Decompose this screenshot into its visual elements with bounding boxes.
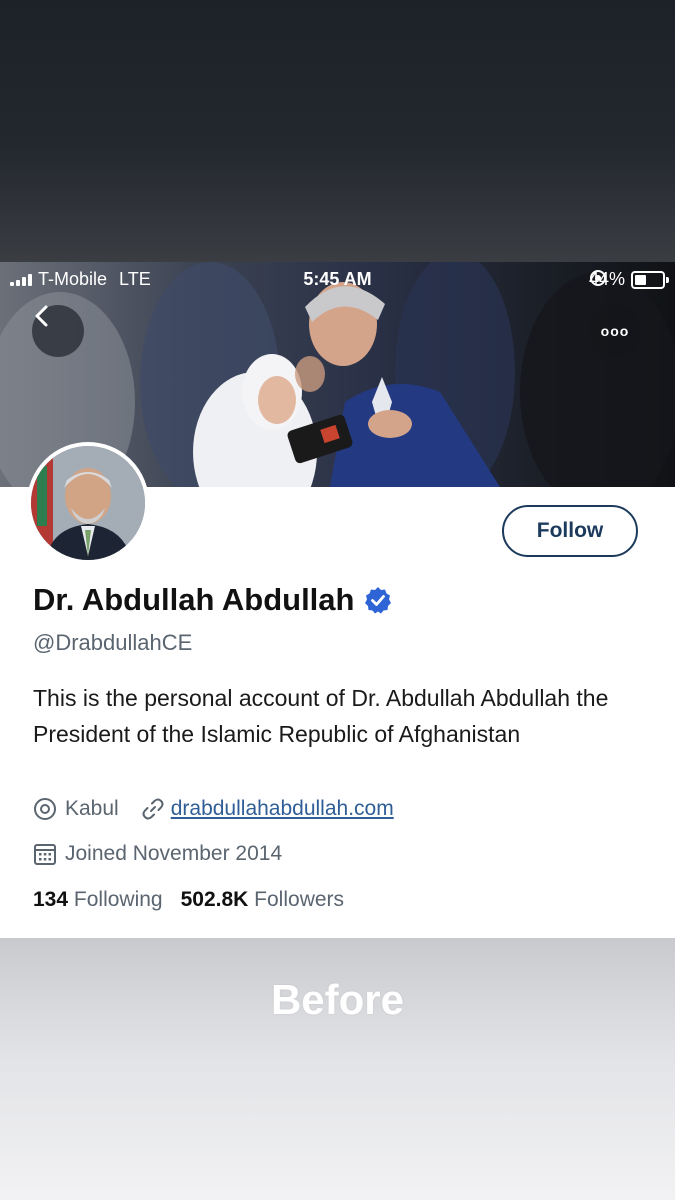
avatar[interactable] [27,442,149,564]
status-bar: T-Mobile LTE 5:45 AM 44% [0,262,675,298]
link-icon [142,798,164,820]
location-pin-icon [34,798,56,820]
followers-label: Followers [254,888,345,911]
followers-stat[interactable]: 502.8K Followers [181,888,344,912]
status-time: 5:45 AM [303,269,372,289]
orientation-lock-icon [589,270,606,286]
joined-text: Joined November 2014 [65,842,283,865]
followers-count: 502.8K [180,888,249,911]
before-caption: Before [270,976,405,1023]
location-website-row: Kabul drabdullahabdullah.com [33,797,394,821]
bio: This is the personal account of Dr. Abdu… [33,685,609,747]
follow-button[interactable]: Follow [502,505,638,557]
more-button[interactable]: ooo [589,305,641,357]
name-row: Dr. Abdullah Abdullah [33,582,392,618]
verified-badge-icon [365,587,392,614]
following-label: Following [73,888,163,911]
avatar-photo [31,446,145,560]
handle: @DrabdullahCE [33,630,193,655]
joined-row: Joined November 2014 [33,842,282,866]
caption-area: Before [0,938,675,1200]
website-link[interactable]: drabdullahabdullah.com [171,797,394,821]
following-count: 134 [33,888,69,911]
following-stat[interactable]: 134 Following [33,888,163,912]
follow-stats: 134 Following 502.8K Followers [33,888,344,912]
battery-icon [631,270,669,289]
dark-backdrop-top [0,0,675,262]
display-name: Dr. Abdullah Abdullah [33,582,355,617]
profile-screenshot: T-Mobile LTE 5:45 AM 44% ooo Follow Dr. … [0,262,675,938]
more-icon: ooo [600,323,630,339]
back-button[interactable] [32,305,84,357]
location-text: Kabul [65,797,119,820]
back-arrow-icon [35,305,48,327]
calendar-icon [34,844,56,865]
